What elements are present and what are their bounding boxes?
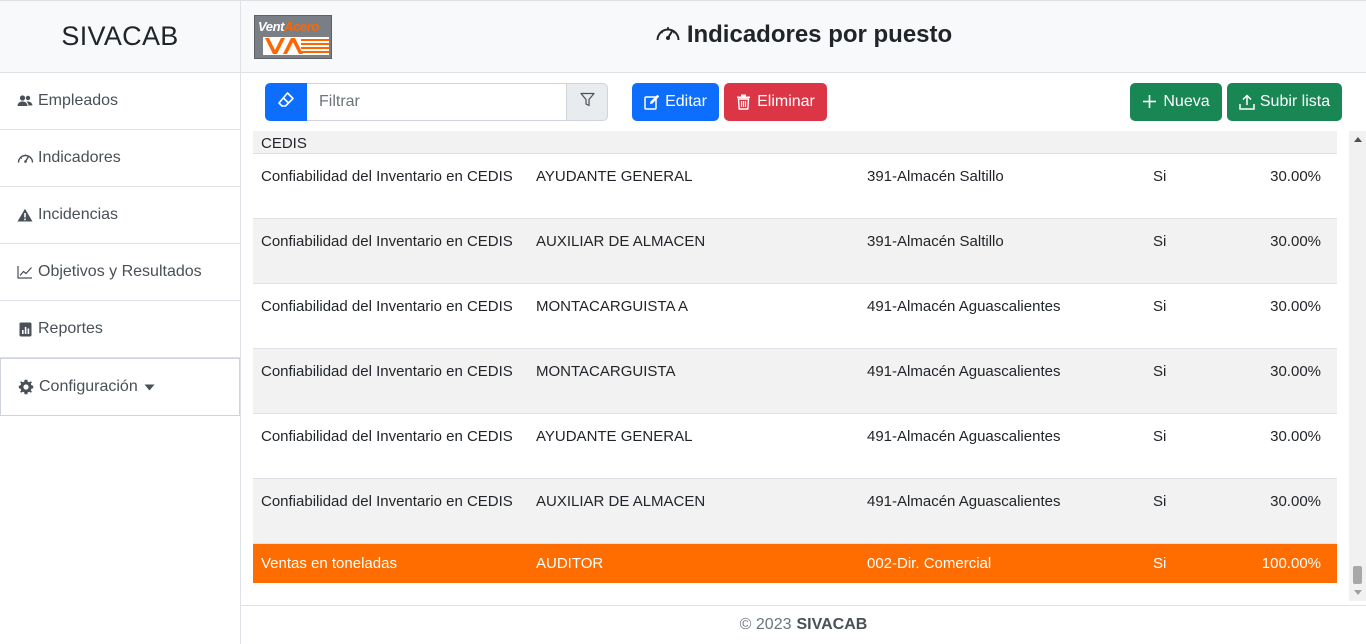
cell-indicador: Confiabilidad del Inventario en CEDIS (261, 427, 513, 445)
table-row-partial[interactable]: CEDIS (253, 131, 1337, 153)
upload-button-label: Subir lista (1259, 93, 1331, 110)
line-chart-icon (16, 263, 34, 281)
sidebar-item-label: Reportes (38, 320, 103, 337)
edit-button-label: Editar (665, 93, 707, 110)
footer: © 2023 SIVACAB (241, 605, 1366, 644)
cell-activo: Si (1153, 554, 1167, 572)
table-row[interactable]: Confiabilidad del Inventario en CEDIS MO… (253, 283, 1337, 348)
sidebar-item-indicadores[interactable]: Indicadores (0, 130, 240, 187)
apply-filter-button[interactable] (566, 83, 608, 121)
trash-icon (736, 94, 752, 110)
cell-activo: Si (1153, 362, 1167, 380)
cell-indicador: Confiabilidad del Inventario en CEDIS (261, 232, 513, 250)
table-row[interactable]: Confiabilidad del Inventario en CEDIS MO… (253, 348, 1337, 413)
sidebar-item-reportes[interactable]: Reportes (0, 301, 240, 358)
table-scrollbar[interactable] (1349, 131, 1366, 601)
new-button[interactable]: Nueva (1130, 83, 1222, 121)
sidebar-item-configuracion[interactable]: Configuración (0, 358, 240, 416)
scroll-down-arrow-icon[interactable] (1349, 584, 1366, 601)
cell-peso: 30.00% (1270, 167, 1321, 185)
cell-ubicacion: 391-Almacén Saltillo (867, 232, 1004, 250)
delete-button-label: Eliminar (757, 93, 815, 110)
footer-brand: SIVACAB (796, 616, 868, 633)
cell-peso: 30.00% (1270, 232, 1321, 250)
cell-indicador: Confiabilidad del Inventario en CEDIS (261, 362, 513, 380)
page-title: Indicadores por puesto (241, 21, 1366, 49)
delete-button[interactable]: Eliminar (724, 83, 827, 121)
cell-ubicacion: 491-Almacén Aguascalientes (867, 427, 1061, 445)
table-row[interactable]: Confiabilidad del Inventario en CEDIS AU… (253, 218, 1337, 283)
table-row[interactable]: Confiabilidad del Inventario en CEDIS AY… (253, 413, 1337, 478)
cell-peso: 30.00% (1270, 427, 1321, 445)
cell-activo: Si (1153, 297, 1167, 315)
upload-icon (1239, 94, 1255, 110)
sidebar-item-label: Objetivos y Resultados (38, 263, 202, 280)
people-icon (16, 92, 34, 110)
cell-indicador: Ventas en toneladas (261, 554, 397, 572)
upload-list-button[interactable]: Subir lista (1227, 83, 1342, 121)
cell-activo: Si (1153, 232, 1167, 250)
cell-peso: 100.00% (1261, 554, 1321, 572)
edit-button[interactable]: Editar (632, 83, 719, 121)
brand[interactable]: SIVACAB (0, 0, 240, 73)
cell-activo: Si (1153, 167, 1167, 185)
table-row-selected[interactable]: Ventas en toneladas AUDITOR 002-Dir. Com… (253, 543, 1337, 583)
speedometer-icon (16, 149, 34, 167)
cell-puesto: AYUDANTE GENERAL (536, 427, 693, 445)
cell-ubicacion: 491-Almacén Aguascalientes (867, 297, 1061, 315)
sidebar-item-empleados[interactable]: Empleados (0, 73, 240, 130)
scroll-up-arrow-icon[interactable] (1349, 131, 1366, 148)
cell-puesto: AUDITOR (536, 554, 604, 572)
cell-indicador: CEDIS (261, 134, 307, 152)
cell-ubicacion: 491-Almacén Aguascalientes (867, 362, 1061, 380)
cell-puesto: AUXILIAR DE ALMACEN (536, 492, 706, 510)
filter-input[interactable] (307, 83, 567, 121)
plus-icon (1142, 94, 1158, 110)
sidebar: SIVACAB Empleados Indicadores Incidencia… (0, 0, 241, 644)
cell-puesto: MONTACARGUISTA A (536, 297, 688, 315)
cell-indicador: Confiabilidad del Inventario en CEDIS (261, 167, 513, 185)
cell-activo: Si (1153, 492, 1167, 510)
eraser-icon (277, 91, 295, 114)
sidebar-item-label: Indicadores (38, 149, 121, 166)
page-title-text: Indicadores por puesto (686, 21, 953, 48)
footer-copyright: © 2023 (739, 616, 792, 633)
brand-name: SIVACAB (61, 21, 179, 51)
cell-peso: 30.00% (1270, 492, 1321, 510)
page-header: VentAcero Indicadores por puesto (241, 0, 1366, 73)
cell-indicador: Confiabilidad del Inventario en CEDIS (261, 492, 513, 510)
indicators-table: CEDIS Confiabilidad del Inventario en CE… (253, 131, 1337, 585)
warning-triangle-icon (16, 206, 34, 224)
toolbar: Editar Eliminar Nueva Subir lista (241, 73, 1366, 131)
sidebar-item-label: Empleados (38, 92, 119, 109)
gear-icon (17, 378, 35, 396)
sidebar-item-objetivos[interactable]: Objetivos y Resultados (0, 244, 240, 301)
cell-puesto: MONTACARGUISTA (536, 362, 676, 380)
cell-peso: 30.00% (1270, 297, 1321, 315)
caret-down-icon (144, 384, 155, 391)
cell-peso: 30.00% (1270, 362, 1321, 380)
report-chart-icon (16, 320, 34, 338)
cell-puesto: AYUDANTE GENERAL (536, 167, 693, 185)
clear-filter-button[interactable] (265, 83, 307, 121)
table-row[interactable]: Confiabilidad del Inventario en CEDIS AU… (253, 478, 1337, 543)
sidebar-item-incidencias[interactable]: Incidencias (0, 187, 240, 244)
scrollbar-thumb[interactable] (1353, 566, 1362, 584)
pencil-square-icon (644, 94, 660, 110)
table-row[interactable]: Confiabilidad del Inventario en CEDIS AY… (253, 153, 1337, 218)
funnel-icon (579, 92, 595, 112)
cell-puesto: AUXILIAR DE ALMACEN (536, 232, 706, 250)
cell-indicador: Confiabilidad del Inventario en CEDIS (261, 297, 513, 315)
cell-ubicacion: 391-Almacén Saltillo (867, 167, 1004, 185)
new-button-label: Nueva (1163, 93, 1210, 110)
cell-ubicacion: 002-Dir. Comercial (867, 554, 992, 572)
cell-ubicacion: 491-Almacén Aguascalientes (867, 492, 1061, 510)
cell-activo: Si (1153, 427, 1167, 445)
sidebar-item-label: Configuración (39, 378, 138, 395)
sidebar-item-label: Incidencias (38, 206, 119, 223)
speedometer-icon (655, 22, 681, 48)
